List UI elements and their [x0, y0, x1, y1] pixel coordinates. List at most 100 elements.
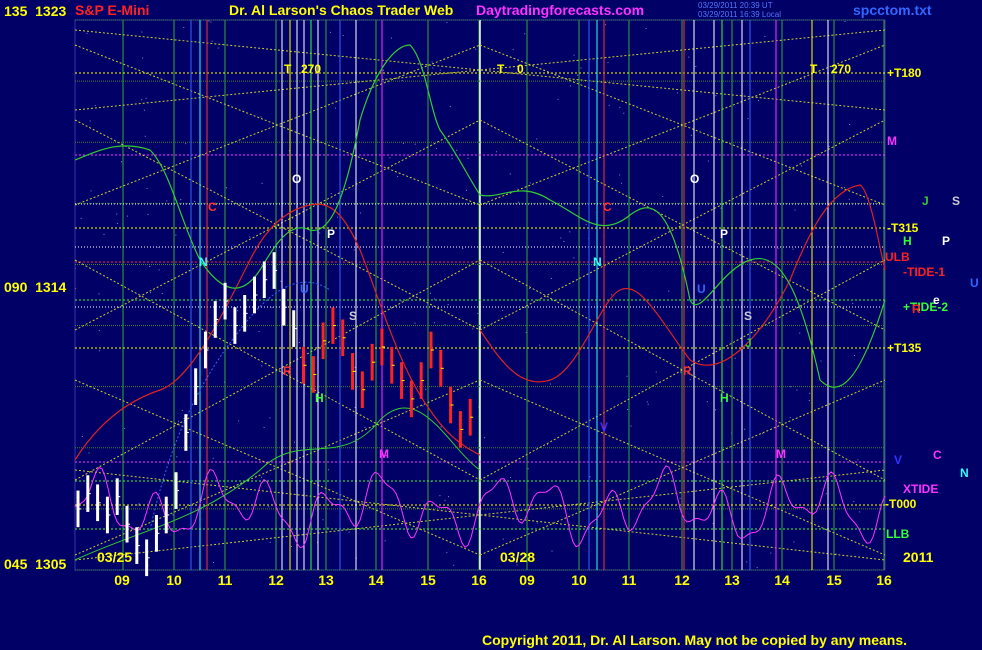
star-dot	[720, 207, 722, 209]
star-dot	[576, 74, 578, 76]
star-dot	[620, 182, 622, 184]
star-dot	[626, 375, 628, 377]
star-dot	[475, 48, 477, 50]
star-dot	[685, 528, 687, 530]
star-dot	[680, 372, 682, 374]
star-dot	[269, 417, 271, 419]
star-dot	[451, 158, 453, 160]
marker-u: U	[300, 282, 309, 296]
star-dot	[585, 223, 587, 225]
star-dot	[619, 174, 621, 176]
star-dot	[397, 176, 399, 178]
star-dot	[646, 401, 648, 403]
star-dot	[80, 217, 82, 219]
star-dot	[89, 120, 91, 122]
legend-s: S	[952, 194, 961, 208]
star-dot	[258, 331, 260, 333]
star-dot	[524, 33, 526, 35]
x-tick: 13	[724, 572, 740, 588]
star-dot	[384, 540, 386, 542]
x-tick: 13	[318, 572, 334, 588]
star-dot	[261, 365, 263, 367]
star-dot	[217, 47, 219, 49]
star-dot	[843, 186, 845, 188]
star-dot	[414, 322, 416, 324]
star-dot	[820, 360, 822, 362]
star-dot	[261, 182, 263, 184]
line-label-m: M	[887, 134, 897, 148]
star-dot	[225, 187, 227, 189]
star-dot	[563, 240, 565, 242]
star-dot	[706, 401, 708, 403]
marker-j: J	[745, 336, 752, 350]
filename: spcctom.txt	[853, 2, 932, 18]
star-dot	[529, 182, 531, 184]
star-dot	[120, 161, 122, 163]
star-dot	[549, 262, 551, 264]
star-dot	[263, 426, 265, 428]
star-dot	[756, 567, 758, 569]
line-label-tide-2: +TIDE-2	[903, 300, 949, 314]
star-dot	[440, 426, 442, 428]
line-label-llb: LLB	[886, 527, 910, 541]
star-dot	[271, 307, 273, 309]
star-dot	[808, 399, 810, 401]
site-url[interactable]: Daytradingforecasts.com	[476, 2, 644, 18]
timestamp-ut: 03/29/2011 20:39 UT	[698, 1, 773, 10]
star-dot	[551, 550, 553, 552]
x-tick: 11	[217, 572, 233, 588]
star-dot	[557, 98, 559, 100]
site-title: Dr. Al Larson's Chaos Trader Web	[229, 2, 454, 18]
marker-n: N	[199, 255, 208, 269]
star-dot	[414, 143, 416, 145]
star-dot	[327, 527, 329, 529]
x-tick: 15	[826, 572, 842, 588]
star-dot	[472, 328, 474, 330]
marker-h: H	[315, 391, 324, 405]
star-dot	[800, 165, 802, 167]
star-dot	[94, 104, 96, 106]
marker-c: C	[603, 200, 612, 214]
star-dot	[502, 251, 504, 253]
star-dot	[116, 222, 118, 224]
star-dot	[434, 298, 435, 300]
star-dot	[382, 69, 384, 71]
star-dot	[645, 28, 647, 30]
star-dot	[116, 213, 118, 215]
legend-e: e	[933, 293, 940, 307]
star-dot	[690, 134, 692, 136]
star-dot	[161, 293, 163, 295]
star-dot	[389, 157, 391, 159]
star-dot	[676, 92, 678, 94]
star-dot	[124, 427, 126, 429]
star-dot	[789, 417, 791, 419]
marker-m: M	[379, 447, 389, 461]
x-tick: 10	[571, 572, 587, 588]
star-dot	[166, 200, 168, 202]
x-tick: 10	[166, 572, 182, 588]
star-dot	[447, 496, 449, 498]
star-dot	[98, 350, 100, 352]
marker-n: N	[593, 255, 602, 269]
star-dot	[293, 441, 295, 443]
star-dot	[715, 409, 717, 411]
star-dot	[580, 67, 582, 69]
marker-c: C	[208, 200, 217, 214]
marker-h: H	[720, 391, 729, 405]
star-dot	[137, 504, 139, 506]
legend-v: V	[894, 453, 903, 467]
star-dot	[146, 187, 148, 189]
star-dot	[138, 503, 140, 505]
star-dot	[181, 409, 183, 411]
star-dot	[268, 506, 270, 508]
star-dot	[495, 151, 497, 153]
star-dot	[145, 97, 147, 99]
marker-u: U	[697, 282, 706, 296]
star-dot	[98, 330, 100, 332]
star-dot	[859, 511, 861, 513]
star-dot	[510, 476, 512, 478]
session-date-2: 03/28	[500, 549, 536, 565]
star-dot	[319, 232, 321, 234]
star-dot	[849, 124, 851, 126]
star-dot	[605, 24, 607, 26]
